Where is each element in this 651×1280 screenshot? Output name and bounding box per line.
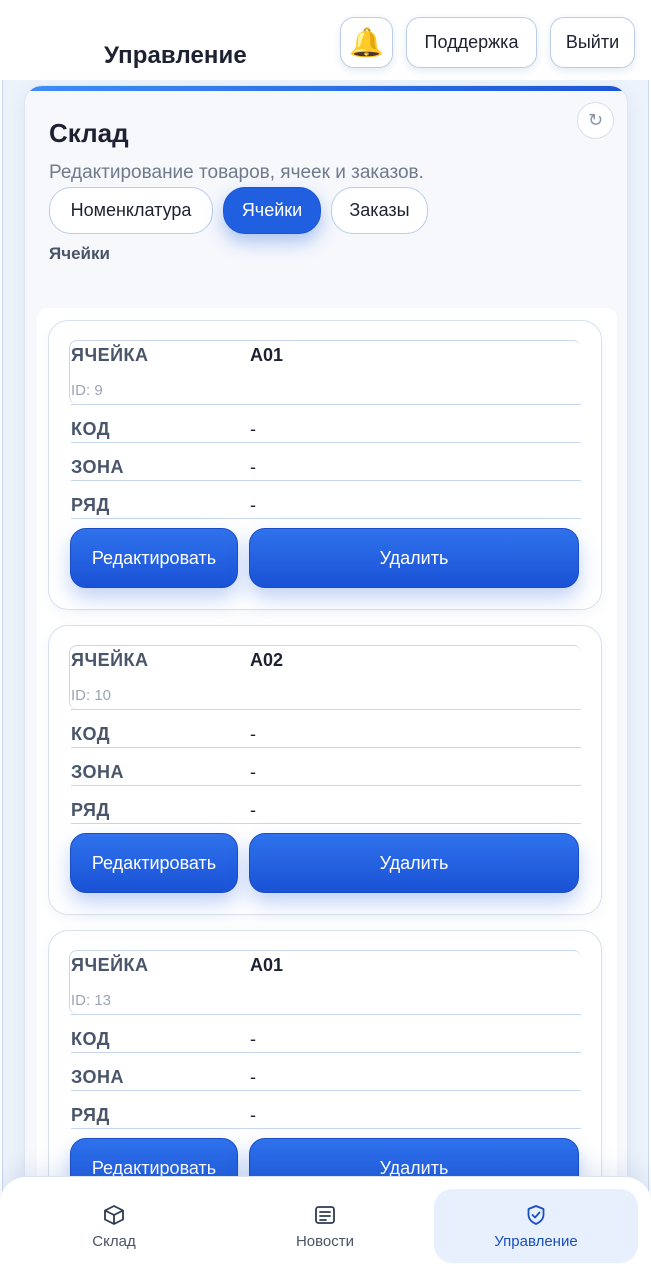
cell-value: A01 [250,345,284,365]
nav-item-news[interactable]: Новости [250,1189,400,1263]
notifications-button[interactable]: 🔔 [340,17,393,68]
tab-orders[interactable]: Заказы [331,187,428,234]
zone-value: - [250,1067,256,1087]
row-divider [71,404,581,405]
nav-label: Склад [92,1232,136,1250]
code-label: КОД [71,1029,111,1049]
row-label: РЯД [71,800,110,820]
cell-card: ЯЧЕЙКА A01 ID: 9 КОД - ЗОНА - РЯД - Реда… [48,320,602,610]
code-value: - [250,724,256,744]
row-value: - [250,800,256,820]
support-button[interactable]: Поддержка [406,17,537,68]
page-title: Управление [104,42,247,69]
cell-value: A02 [250,650,284,670]
bottom-navigation: Склад Новости Управление [0,1176,651,1280]
panel-accent-bar [25,86,627,91]
row-divider [71,1090,581,1091]
row-divider [71,709,581,710]
row-divider [71,1052,581,1053]
app-root: Управление 🔔 Поддержка Выйти Склад ↻ Ред… [0,0,651,1280]
box-icon [104,1204,124,1225]
code-value: - [250,419,256,439]
row-divider [71,747,581,748]
panel-subtitle: Редактирование товаров, ячеек и заказов. [49,162,424,183]
cell-id: ID: 13 [71,992,112,1009]
row-divider [71,785,581,786]
delete-button[interactable]: Удалить [249,833,579,893]
row-divider [71,480,581,481]
row-divider [71,823,581,824]
zone-label: ЗОНА [71,1067,125,1087]
refresh-icon: ↻ [587,110,604,130]
top-bar: Управление 🔔 Поддержка Выйти [0,0,651,80]
section-label: Ячейки [49,244,110,263]
row-divider [71,518,581,519]
code-label: КОД [71,724,111,744]
row-label: РЯД [71,1105,110,1125]
row-value: - [250,495,256,515]
cell-id: ID: 9 [71,382,103,399]
tab-cells[interactable]: Ячейки [223,187,321,234]
row-value: - [250,1105,256,1125]
tab-nomenclature[interactable]: Номенклатура [49,187,213,234]
shield-check-icon [527,1204,545,1225]
nav-label: Новости [295,1232,355,1250]
row-label: РЯД [71,495,110,515]
cell-label: ЯЧЕЙКА [71,650,149,670]
delete-button[interactable]: Удалить [249,528,579,588]
panel-title: Склад [49,118,129,148]
cell-value: A01 [250,955,284,975]
zone-label: ЗОНА [71,457,125,477]
nav-item-management[interactable]: Управление [434,1189,638,1263]
code-value: - [250,1029,256,1049]
edit-button[interactable]: Редактировать [70,833,238,893]
logout-button[interactable]: Выйти [550,17,635,68]
cell-id: ID: 10 [71,687,112,704]
cell-label: ЯЧЕЙКА [71,345,149,365]
zone-value: - [250,457,256,477]
row-divider [71,1128,581,1129]
bell-icon: 🔔 [349,26,384,58]
cell-label: ЯЧЕЙКА [71,955,149,975]
zone-value: - [250,762,256,782]
row-divider [71,1014,581,1015]
refresh-button[interactable]: ↻ [577,102,614,139]
nav-label: Управление [494,1232,578,1250]
row-divider [71,442,581,443]
nav-item-warehouse[interactable]: Склад [40,1189,188,1263]
zone-label: ЗОНА [71,762,125,782]
newspaper-icon [315,1205,335,1224]
edit-button[interactable]: Редактировать [70,528,238,588]
code-label: КОД [71,419,111,439]
cell-card: ЯЧЕЙКА A02 ID: 10 КОД - ЗОНА - РЯД - Ред… [48,625,602,915]
